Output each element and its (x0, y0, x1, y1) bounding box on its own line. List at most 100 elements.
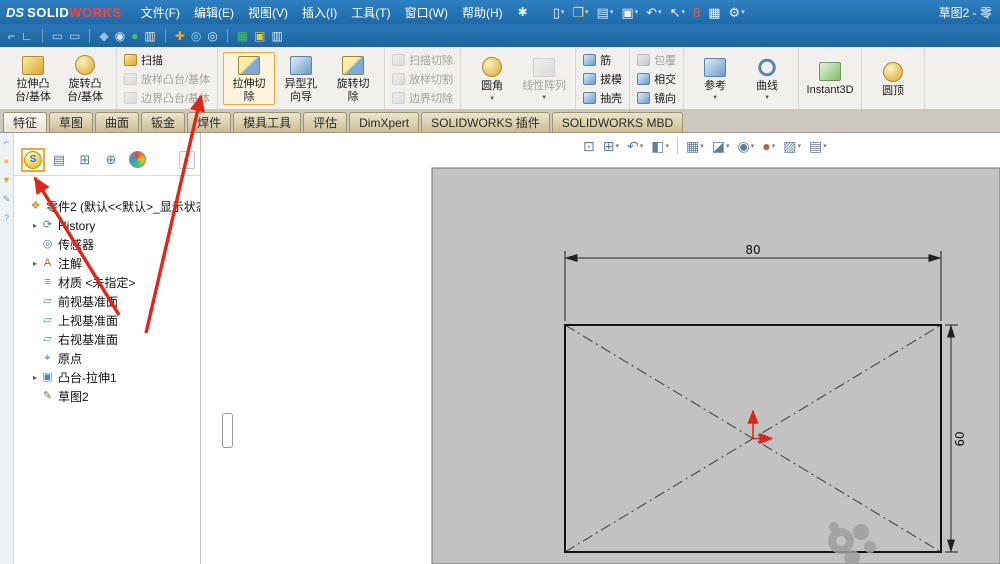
display-style-icon[interactable]: ◪ ▾ (712, 139, 730, 153)
displaymanager-tab[interactable] (128, 151, 146, 169)
sw-star-icon[interactable]: ✱ (518, 5, 528, 19)
file-properties-icon[interactable]: ▦ (705, 6, 723, 19)
tree-item-sketch2[interactable]: ✎ 草图2 (14, 387, 200, 406)
tree-item-top-plane[interactable]: ▱ 上视基准面 (14, 311, 200, 330)
expand-arrow-icon[interactable]: ▸ (30, 221, 40, 230)
view-settings-icon[interactable]: ▤ ▾ (809, 139, 827, 153)
rebuild-icon[interactable]: 8 (690, 6, 703, 19)
menu-view[interactable]: 视图(V) (241, 1, 295, 24)
resources-strip-icon[interactable]: ● (4, 157, 9, 166)
tab-solidworks-mbd[interactable]: SOLIDWORKS MBD (551, 112, 684, 132)
dome-button[interactable]: 圆顶 (867, 58, 919, 100)
tab-evaluate[interactable]: 评估 (303, 112, 348, 132)
tab-solidworks-addins[interactable]: SOLIDWORKS 插件 (421, 112, 550, 132)
hide-show-items-icon[interactable]: ◉ ▾ (737, 139, 754, 153)
panel-splitter-handle[interactable] (222, 413, 233, 448)
featuremanager-tab[interactable]: S (21, 147, 45, 172)
tree-item-annotations[interactable]: ▸ A 注解 (14, 254, 200, 273)
magnifier-icon[interactable]: ◎ (207, 30, 217, 42)
extruded-cut-button[interactable]: 拉伸切 除 (223, 51, 276, 106)
appearance-icon[interactable]: ◆ (99, 30, 108, 42)
tab-sheet-metal[interactable]: 钣金 (141, 112, 186, 132)
curves-button[interactable]: 曲线 ▼ (741, 54, 793, 104)
eye-icon[interactable]: ◉ (115, 30, 125, 42)
pencil-strip-icon[interactable]: ✎ (3, 195, 11, 204)
tree-item-sensors[interactable]: ◎ 传感器 (14, 235, 200, 254)
zoom-area-icon[interactable]: ⊞ ▾ (603, 139, 619, 153)
tab-dimxpert[interactable]: DimXpert (349, 112, 420, 132)
chevron-down-icon: ▾ (823, 142, 827, 150)
help-strip-icon[interactable]: ? (4, 214, 9, 223)
menu-file[interactable]: 文件(F) (134, 1, 187, 24)
tree-item-part[interactable]: ❖ 零件2 (默认<<默认>_显示状态 (14, 197, 200, 216)
tab-weldments[interactable]: 焊件 (187, 112, 232, 132)
revolved-cut-button[interactable]: 旋转切 除 (327, 52, 379, 105)
edit-appearance-icon[interactable]: ● ▾ (762, 139, 775, 153)
tab-features[interactable]: 特征 (3, 112, 48, 132)
instant3d-button[interactable]: Instant3D (804, 58, 856, 99)
table-icon[interactable]: ▦ (237, 30, 248, 42)
previous-view-icon[interactable]: ↶ ▾ (627, 139, 643, 153)
model-face[interactable] (431, 167, 1000, 564)
tree-item-boss-extrude1[interactable]: ▸ ▣ 凸台-拉伸1 (14, 368, 200, 387)
dimension-height-value[interactable]: 60 (953, 431, 967, 446)
add-icon[interactable]: ✚ (175, 30, 185, 42)
zoom-fit-icon[interactable]: ⊡ (583, 139, 595, 153)
view-orientation-icon[interactable]: ▦ ▾ (686, 139, 704, 153)
dimxpertmanager-tab[interactable]: ⊕ (102, 151, 120, 169)
revolved-boss-button[interactable]: 旋转凸 台/基体 (59, 51, 111, 105)
pin-icon[interactable]: ⌐ (8, 30, 15, 42)
options-gear-icon[interactable]: ⚙ ▾ (726, 6, 748, 19)
tree-item-origin[interactable]: ⌖ 原点 (14, 349, 200, 368)
dimension-width-value[interactable]: 80 (745, 243, 760, 257)
undo-icon[interactable]: ↶ ▾ (643, 6, 664, 19)
tab-surfaces[interactable]: 曲面 (95, 112, 140, 132)
expand-arrow-icon[interactable]: ▸ (30, 259, 40, 268)
print-icon[interactable]: ▣ ▾ (618, 6, 641, 19)
tree-item-history[interactable]: ▸ ⟳ History (14, 216, 200, 235)
graphics-area[interactable]: ⊡ ⊞ ▾ ↶ ▾ ◧ ▾ ▦ ▾ ◪ ▾ ◉ ▾ ● ▾ ▨ ▾ ▤ ▾ 80… (201, 133, 1000, 564)
cart-icon[interactable]: ▣ (254, 30, 265, 42)
new-document-icon[interactable]: ▯ ▾ (550, 6, 568, 19)
tree-item-right-plane[interactable]: ▱ 右视基准面 (14, 330, 200, 349)
menu-window[interactable]: 窗口(W) (398, 1, 455, 24)
apply-scene-icon[interactable]: ▨ ▾ (783, 139, 801, 153)
mm-ruler-icon[interactable]: ▥ (144, 30, 155, 42)
menu-help[interactable]: 帮助(H) (455, 1, 510, 24)
open-icon[interactable]: ❒ ▾ (569, 6, 591, 19)
rib-button[interactable]: 筋 (581, 52, 613, 68)
tab-sketch[interactable]: 草图 (49, 112, 94, 132)
select-icon[interactable]: ↖ ▾ (667, 6, 688, 19)
intersect-button[interactable]: 相交 (635, 71, 678, 87)
menu-edit[interactable]: 编辑(E) (187, 1, 241, 24)
fillet-button[interactable]: 圆角 ▼ (466, 53, 518, 104)
corner-ruler-icon[interactable]: ∟ (21, 30, 33, 42)
boundary-boss-icon (124, 91, 137, 104)
sphere-icon[interactable]: ● (131, 30, 138, 42)
sheet-icon[interactable]: ▥ (271, 30, 282, 42)
swept-boss-button[interactable]: 扫描 (122, 52, 165, 68)
tree-item-material[interactable]: ≡ 材质 <未指定> (14, 273, 200, 292)
menu-insert[interactable]: 插入(I) (295, 1, 344, 24)
zoom-pair-icon[interactable]: ◎ (191, 30, 201, 42)
draft-button[interactable]: 拔模 (581, 71, 624, 87)
hole-wizard-button[interactable]: 异型孔 向导 (275, 52, 327, 105)
monitor2-icon[interactable]: ▭ (69, 30, 80, 42)
mirror-button[interactable]: 镜向 (635, 90, 678, 106)
sketch-canvas[interactable]: 80 60 (201, 133, 1000, 564)
extruded-boss-button[interactable]: 拉伸凸 台/基体 (7, 52, 59, 105)
section-view-icon[interactable]: ◧ ▾ (651, 139, 669, 153)
save-icon[interactable]: ▤ ▾ (594, 6, 617, 19)
shell-button[interactable]: 抽壳 (581, 90, 624, 106)
monitor1-icon[interactable]: ▭ (52, 30, 63, 42)
tab-mold-tools[interactable]: 模具工具 (233, 112, 302, 132)
menu-tools[interactable]: 工具(T) (344, 1, 397, 24)
propertymanager-tab[interactable]: ▤ (50, 151, 68, 169)
pin-strip-icon[interactable]: ⌐ (4, 138, 9, 147)
reference-geometry-button[interactable]: 参考 ▼ (689, 54, 741, 104)
flyout-expand-button[interactable]: › (179, 150, 195, 169)
expand-arrow-icon[interactable]: ▸ (30, 373, 40, 382)
filter-strip-icon[interactable]: ▼ (2, 176, 11, 185)
tree-item-front-plane[interactable]: ▱ 前视基准面 (14, 292, 200, 311)
configurationmanager-tab[interactable]: ⊞ (76, 151, 94, 169)
